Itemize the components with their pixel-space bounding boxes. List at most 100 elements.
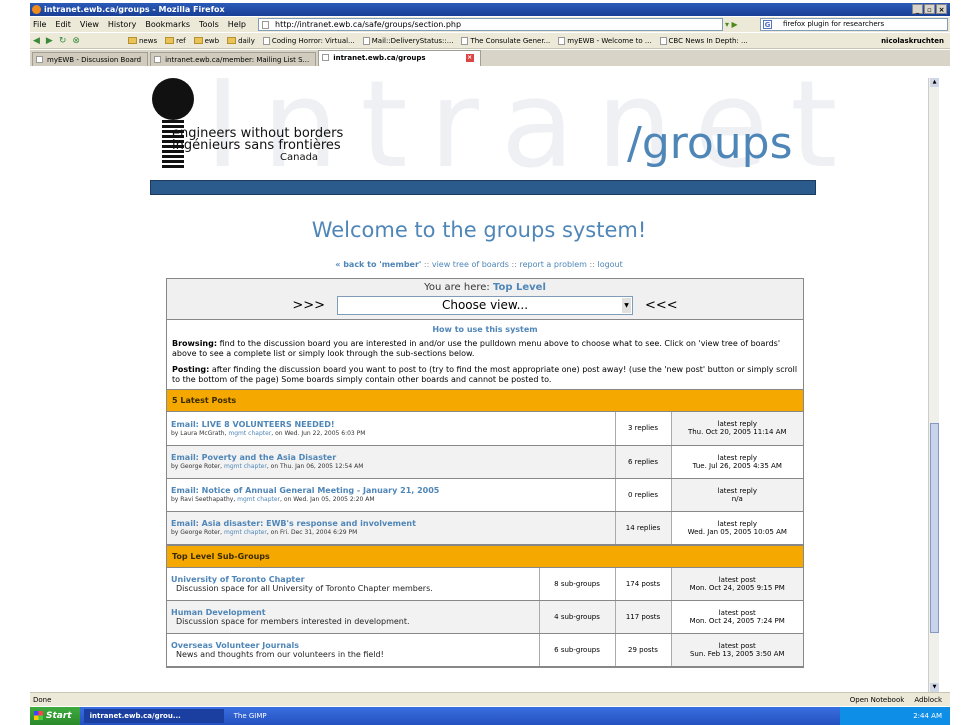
- menu-history[interactable]: History: [108, 20, 136, 29]
- page-icon: [262, 36, 270, 45]
- bookmark-mail[interactable]: Mail::DeliveryStatus::...: [362, 36, 453, 45]
- post-date: , on Thu. Jan 06, 2005 12:54 AM: [266, 463, 364, 470]
- taskbar-item-firefox[interactable]: intranet.ewb.ca/grou...: [83, 709, 224, 723]
- replies-count: 6 replies: [615, 445, 672, 479]
- bookmark-ref[interactable]: ref: [165, 37, 186, 45]
- bookmark-ewb[interactable]: ewb: [193, 37, 219, 45]
- forward-arrow-icon[interactable]: ▶: [46, 36, 53, 46]
- scroll-thumb[interactable]: [930, 423, 939, 633]
- bookmark-cbc[interactable]: CBC News In Depth: ...: [659, 36, 748, 45]
- tab-groups[interactable]: intranet.ewb.ca/groups ×: [318, 50, 481, 66]
- maximize-button[interactable]: ▫: [924, 4, 935, 14]
- bookmark-coding-horror[interactable]: Coding Horror: Virtual...: [262, 36, 355, 45]
- start-button[interactable]: Start: [30, 707, 80, 725]
- posting-text: after finding the discussion board you w…: [172, 365, 798, 384]
- replies-count: 3 replies: [615, 412, 672, 446]
- open-notebook-link[interactable]: Open Notebook: [850, 693, 905, 707]
- org-country: Canada: [280, 152, 319, 163]
- bookmark-myewb[interactable]: myEWB - Welcome to ...: [558, 36, 652, 45]
- menu-edit[interactable]: Edit: [55, 20, 71, 29]
- chapter-link[interactable]: mgmt chapter: [224, 529, 267, 536]
- page-icon: [558, 36, 566, 45]
- latest-post-cell: latest post Mon. Oct 24, 2005 9:15 PM: [671, 567, 803, 601]
- browsing-label: Browsing:: [172, 339, 218, 348]
- globe-logo-icon: [152, 78, 194, 120]
- clock: 2:44 AM: [913, 712, 942, 720]
- bookmark-news[interactable]: news: [128, 37, 157, 45]
- user-name[interactable]: nicolaskruchten: [881, 37, 944, 45]
- tab-label: intranet.ewb.ca/groups: [333, 54, 426, 62]
- post-title-link[interactable]: Email: LIVE 8 VOLUNTEERS NEEDED!: [171, 420, 611, 429]
- window-title: intranet.ewb.ca/groups - Mozilla Firefox: [44, 5, 225, 14]
- section-title: /groups: [627, 118, 793, 169]
- latest-label: latest reply: [717, 486, 757, 495]
- header-divider-bar: [150, 180, 816, 195]
- chapter-link[interactable]: mgmt chapter: [237, 496, 280, 503]
- google-icon: G: [763, 20, 772, 29]
- status-text: Done: [33, 696, 52, 704]
- post-title-link[interactable]: Email: Poverty and the Asia Disaster: [171, 453, 611, 462]
- post-cell: Email: LIVE 8 VOLUNTEERS NEEDED! by Laura…: [167, 412, 616, 446]
- table-row: University of Toronto Chapter Discussion …: [167, 567, 803, 601]
- view-chooser: >>> Choose view... ▼ <<<: [167, 296, 803, 320]
- firefox-icon: [32, 5, 41, 14]
- view-tree-link[interactable]: view tree of boards: [432, 260, 509, 269]
- table-row: Human Development Discussion space for me…: [167, 600, 803, 634]
- separator: ::: [511, 260, 517, 269]
- adblock-link[interactable]: Adblock: [914, 693, 942, 707]
- you-are-here: You are here: Top Level: [167, 279, 803, 296]
- close-button[interactable]: ×: [936, 4, 947, 14]
- minimize-button[interactable]: _: [912, 4, 923, 14]
- page-content: Intranet engineers without borders ingén…: [30, 66, 928, 692]
- groups-panel: You are here: Top Level >>> Choose view.…: [166, 278, 804, 668]
- latest-date: Wed. Jan 05, 2005 10:05 AM: [687, 527, 787, 536]
- vertical-scrollbar[interactable]: ▲ ▼: [928, 78, 939, 692]
- logout-link[interactable]: logout: [597, 260, 622, 269]
- stop-icon[interactable]: ⊗: [72, 36, 80, 46]
- post-cell: Email: Notice of Annual General Meeting …: [167, 478, 616, 512]
- menu-tools[interactable]: Tools: [199, 20, 219, 29]
- latest-label: latest post: [718, 575, 756, 584]
- latest-date: Mon. Oct 24, 2005 7:24 PM: [689, 617, 785, 625]
- folder-icon: [227, 37, 237, 44]
- tab-myewb[interactable]: myEWB - Discussion Board: [32, 52, 149, 66]
- chevron-down-icon[interactable]: ▼: [622, 298, 631, 313]
- post-author: by George Roter,: [171, 529, 223, 536]
- latest-reply-cell: latest reply n/a: [671, 478, 803, 512]
- choose-view-select[interactable]: Choose view... ▼: [337, 296, 633, 315]
- menu-file[interactable]: File: [33, 20, 46, 29]
- close-tab-icon[interactable]: ×: [465, 54, 474, 62]
- scroll-down-arrow-icon[interactable]: ▼: [930, 683, 939, 692]
- bookmark-daily[interactable]: daily: [227, 37, 255, 45]
- chapter-link[interactable]: mgmt chapter: [224, 463, 267, 470]
- taskbar-item-gimp[interactable]: The GIMP: [228, 709, 273, 723]
- report-problem-link[interactable]: report a problem: [519, 260, 587, 269]
- chapter-link[interactable]: mgmt chapter: [228, 430, 271, 437]
- group-title-link[interactable]: University of Toronto Chapter: [171, 575, 535, 584]
- group-title-link[interactable]: Human Development: [171, 608, 535, 617]
- search-box[interactable]: G firefox plugin for researchers: [760, 18, 948, 31]
- menu-bookmarks[interactable]: Bookmarks: [145, 20, 190, 29]
- back-to-member-link[interactable]: « back to 'member': [335, 260, 421, 269]
- folder-icon: [165, 37, 175, 44]
- post-title-link[interactable]: Email: Notice of Annual General Meeting …: [171, 486, 611, 495]
- url-bar[interactable]: http://intranet.ewb.ca/safe/groups/secti…: [258, 18, 723, 31]
- back-arrow-icon[interactable]: ◀: [33, 36, 40, 46]
- status-bar: Done Open Notebook Adblock: [30, 692, 950, 706]
- latest-reply-cell: latest reply Thu. Oct 20, 2005 11:14 AM: [671, 412, 803, 446]
- group-description: Discussion space for all University of T…: [176, 583, 433, 593]
- current-level[interactable]: Top Level: [493, 282, 546, 293]
- you-are-here-label: You are here:: [424, 282, 490, 293]
- subgroups-table: University of Toronto Chapter Discussion …: [167, 567, 803, 667]
- menu-view[interactable]: View: [80, 20, 99, 29]
- folder-icon: [193, 37, 203, 44]
- bookmark-consulate[interactable]: The Consulate Gener...: [461, 36, 550, 45]
- menu-help[interactable]: Help: [228, 20, 246, 29]
- scroll-up-arrow-icon[interactable]: ▲: [930, 78, 939, 87]
- post-title-link[interactable]: Email: Asia disaster: EWB's response and…: [171, 519, 611, 528]
- go-button[interactable]: ▾ ▶: [725, 18, 755, 31]
- reload-icon[interactable]: ↻: [59, 36, 67, 46]
- tab-member[interactable]: intranet.ewb.ca/member: Mailing List S..…: [150, 52, 317, 66]
- arrows-right: <<<: [645, 298, 678, 313]
- group-title-link[interactable]: Overseas Volunteer Journals: [171, 641, 535, 650]
